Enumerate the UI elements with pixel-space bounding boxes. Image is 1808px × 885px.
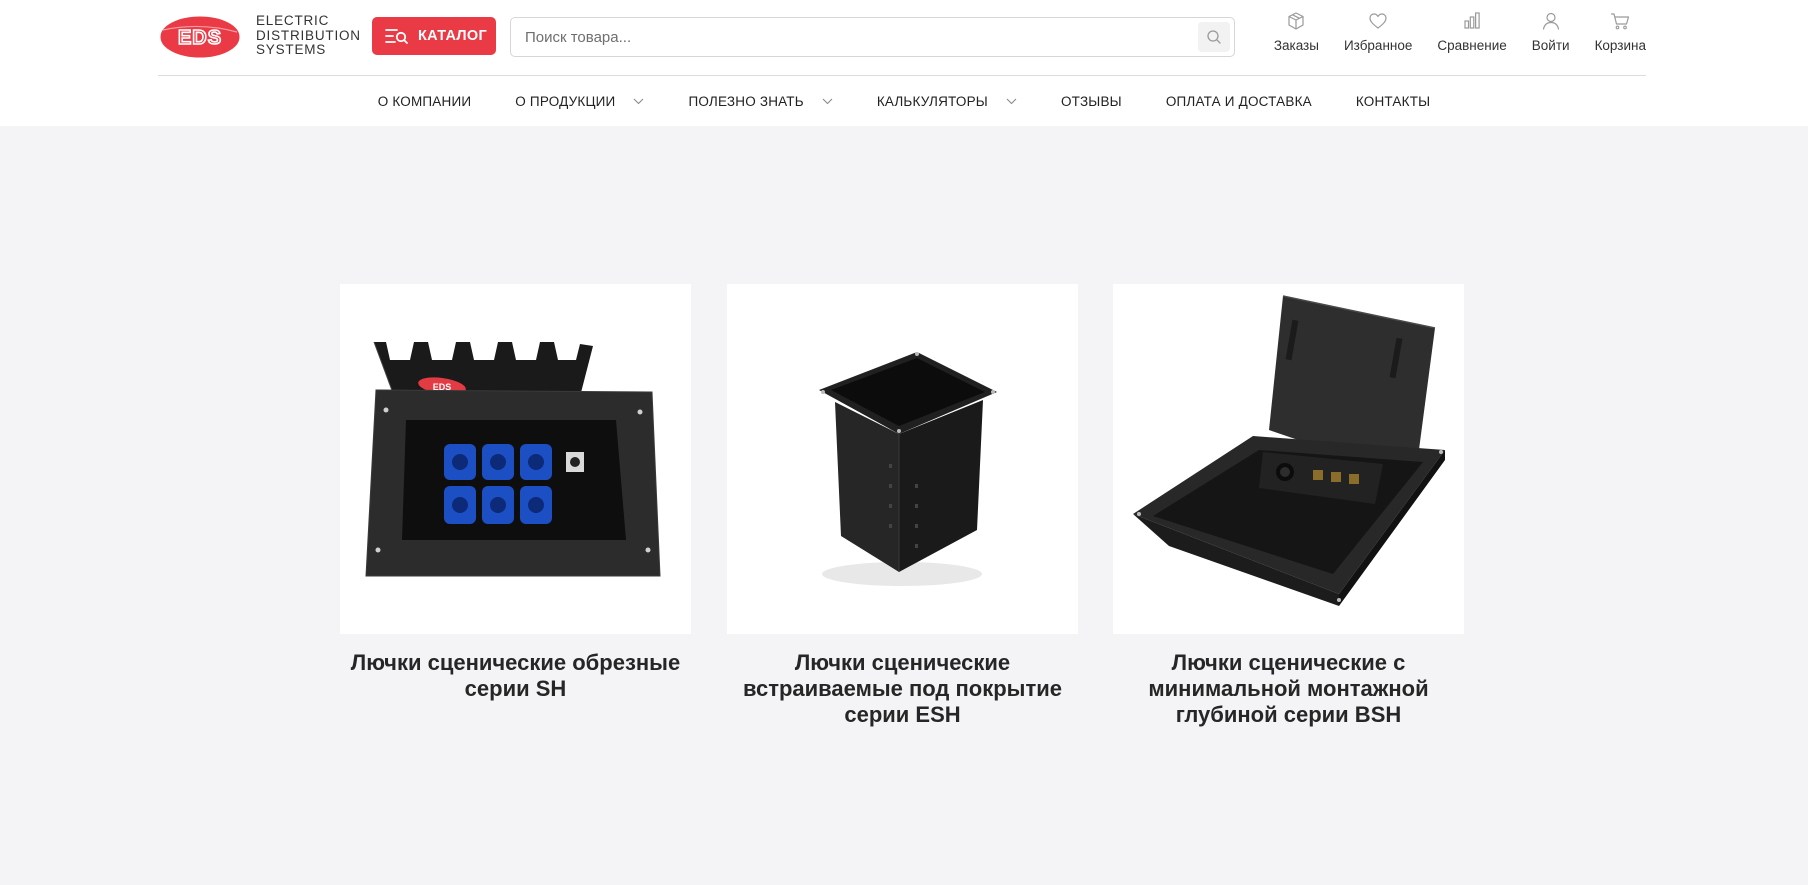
nav-item-reviews[interactable]: ОТЗЫВЫ	[1061, 94, 1122, 109]
product-card-sh[interactable]: EDS Лючки сценические обрезные серии SH	[340, 284, 691, 702]
chevron-down-icon	[1006, 98, 1017, 104]
orders-label: Заказы	[1273, 38, 1319, 53]
nav-item-label: ОПЛАТА И ДОСТАВКА	[1165, 93, 1312, 109]
compare-label: Сравнение	[1437, 38, 1507, 53]
product-card-bsh[interactable]: Лючки сценические с минимальной монтажно…	[1113, 284, 1464, 728]
orders-link[interactable]: Заказы	[1274, 10, 1319, 62]
chevron-down-icon	[634, 98, 644, 104]
floor-box-esh-image	[727, 284, 1078, 634]
favorites-label: Избранное	[1343, 38, 1413, 53]
site-header: EDS ELECTRIC DISTRIBUTION SYSTEMS КАТАЛО…	[0, 0, 1808, 126]
product-card-esh[interactable]: Лючки сценические встраиваемые под покры…	[727, 284, 1078, 728]
catalog-button-label: КАТАЛОГ	[418, 28, 487, 44]
user-icon	[1542, 12, 1559, 30]
nav-item-label: КОНТАКТЫ	[1355, 93, 1431, 109]
search-icon	[1207, 30, 1221, 44]
svg-text:EDS: EDS	[178, 27, 222, 49]
product-card-title: Лючки сценические встраиваемые под покры…	[742, 650, 1063, 727]
cart-icon	[1611, 13, 1630, 30]
product-card-title: Лючки сценические обрезные серии SH	[350, 650, 681, 701]
login-label: Войти	[1531, 38, 1570, 53]
nav-item-about-products[interactable]: О ПРОДУКЦИИ	[515, 94, 644, 109]
heart-icon	[1369, 13, 1387, 29]
brand-tagline: ELECTRIC DISTRIBUTION SYSTEMS	[256, 13, 361, 58]
product-card-title: Лючки сценические с минимальной монтажно…	[1148, 650, 1429, 727]
nav-item-label: О ПРОДУКЦИИ	[515, 93, 616, 109]
eds-logo[interactable]: EDS	[160, 16, 240, 58]
product-category-grid: EDS Лючки сценические обрезные серии SH …	[340, 284, 1465, 744]
nav-item-label: ОТЗЫВЫ	[1060, 93, 1122, 109]
floor-box-bsh-image	[1113, 284, 1464, 634]
tagline-line-2: DISTRIBUTION	[256, 27, 361, 43]
tagline-line-3: SYSTEMS	[256, 42, 327, 57]
nav-item-contacts[interactable]: КОНТАКТЫ	[1356, 94, 1430, 109]
login-link[interactable]: Войти	[1532, 10, 1570, 62]
cart-link[interactable]: Корзина	[1595, 10, 1646, 62]
nav-item-label: ПОЛЕЗНО ЗНАТЬ	[688, 93, 804, 109]
box-icon	[1288, 12, 1304, 30]
nav-item-label: О КОМПАНИИ	[377, 93, 472, 109]
chevron-down-icon	[822, 98, 833, 104]
search-button[interactable]	[1198, 22, 1230, 52]
nav-item-label: КАЛЬКУЛЯТОРЫ	[876, 93, 988, 109]
catalog-search-icon	[385, 29, 408, 44]
tagline-line-1: ELECTRIC	[256, 13, 330, 28]
nav-item-payment-delivery[interactable]: ОПЛАТА И ДОСТАВКА	[1166, 94, 1312, 109]
header-actions: Заказы Избранное Сравнение Войти Корзина	[1249, 10, 1646, 62]
favorites-link[interactable]: Избранное	[1344, 10, 1412, 62]
nav-item-useful-info[interactable]: ПОЛЕЗНО ЗНАТЬ	[688, 93, 833, 109]
cart-label: Корзина	[1594, 38, 1646, 53]
header-main-row: EDS ELECTRIC DISTRIBUTION SYSTEMS КАТАЛО…	[158, 0, 1646, 76]
nav-item-about-company[interactable]: О КОМПАНИИ	[378, 94, 472, 109]
catalog-button[interactable]: КАТАЛОГ	[372, 17, 496, 55]
search-input[interactable]	[525, 18, 1185, 56]
search-box	[510, 17, 1235, 57]
main-nav: О КОМПАНИИ О ПРОДУКЦИИ ПОЛЕЗНО ЗНАТЬ КАЛ…	[0, 77, 1808, 125]
nav-item-calculators[interactable]: КАЛЬКУЛЯТОРЫ	[877, 94, 1017, 109]
floor-box-sh-image: EDS	[340, 284, 691, 634]
bar-chart-icon	[1464, 12, 1480, 29]
compare-link[interactable]: Сравнение	[1437, 10, 1507, 62]
